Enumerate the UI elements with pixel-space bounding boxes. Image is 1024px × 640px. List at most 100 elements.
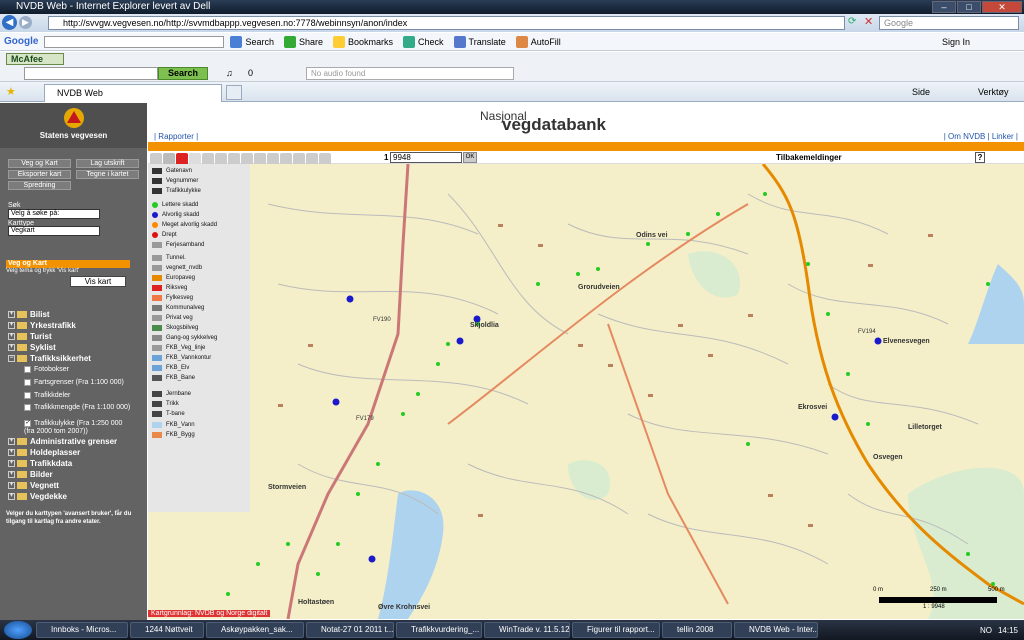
check-button[interactable]: Check	[403, 35, 444, 48]
tree-item-administrative-grenser[interactable]: + Administrative grenser	[8, 436, 117, 447]
folder-icon	[17, 344, 27, 352]
tree-item-holdeplasser[interactable]: + Holdeplasser	[8, 447, 80, 458]
forward-button[interactable]: ▶	[19, 16, 32, 29]
legend-symbol	[152, 168, 162, 174]
taskbar-item[interactable]: Askøypakken_sak...	[206, 622, 304, 638]
taskbar-item[interactable]: Innboks - Micros...	[36, 622, 128, 638]
legend-symbol	[152, 265, 162, 271]
taskbar-item[interactable]: tellin 2008	[662, 622, 732, 638]
road-label: Øvre Krohnsvei	[378, 604, 431, 611]
folder-icon	[17, 482, 27, 490]
audio-status: No audio found	[306, 67, 514, 80]
address-bar[interactable]: http://svvgw.vegvesen.no/http://svvmdbap…	[48, 16, 845, 30]
back-button[interactable]: ◀	[2, 15, 17, 30]
tegne-i-kartet-button[interactable]: Tegne i kartet	[76, 170, 139, 179]
tree-item-turist[interactable]: + Turist	[8, 331, 52, 342]
tree-item-vegdekke[interactable]: + Vegdekke	[8, 491, 67, 502]
signin-button[interactable]: Sign In	[942, 37, 970, 47]
legend-label: Trafikkulykke	[166, 188, 201, 194]
header-links[interactable]: | Om NVDB | Linker |	[944, 132, 1018, 141]
legend-item: FKB_Elv	[152, 365, 189, 371]
sok-select[interactable]: Velg å søke på:	[8, 209, 100, 219]
tree-item-bilder[interactable]: + Bilder	[8, 469, 53, 480]
eksporter-kart-button[interactable]: Eksporter kart	[8, 170, 71, 179]
share-button[interactable]: Share	[283, 35, 323, 48]
new-tab-button[interactable]	[226, 85, 242, 100]
chk-trafikkmengde[interactable]: Trafikkmengde (Fra 1:100 000)	[24, 404, 134, 412]
legend-label: Trikk	[166, 401, 179, 407]
folder-icon	[17, 438, 27, 446]
legend-item: vegnett_nvdb	[152, 265, 202, 271]
map-legend: Gatenavn Vegnummer Trafikkulykke Lettere sk…	[148, 164, 250, 512]
stop-icon[interactable]: ✕	[864, 15, 873, 28]
scale-input[interactable]: 9948	[390, 152, 462, 163]
tree-item-trafikkdata[interactable]: + Trafikkdata	[8, 458, 72, 469]
vis-kart-button[interactable]: Vis kart	[70, 276, 126, 287]
minimize-button[interactable]: –	[932, 1, 956, 13]
road-number: FV194	[858, 329, 876, 335]
tools-menu[interactable]: Verktøy	[978, 87, 1009, 97]
translate-button[interactable]: Translate	[453, 35, 506, 48]
tree-item-syklist[interactable]: + Syklist	[8, 342, 56, 353]
close-button[interactable]: ✕	[982, 1, 1022, 13]
lag-utskrift-button[interactable]: Lag utskrift	[76, 159, 139, 168]
help-button[interactable]: ?	[975, 152, 985, 163]
chk-fotobokser[interactable]: Fotobokser	[24, 366, 134, 374]
feedback-link[interactable]: Tilbakemeldinger	[776, 153, 842, 162]
chk-trafikkulykke[interactable]: ✓ Trafikkulykke (Fra 1:250 000 (fra 2000 …	[24, 420, 134, 436]
tab-nvdb-web[interactable]: NVDB Web	[44, 84, 222, 102]
google-search-input[interactable]	[44, 35, 225, 48]
legend-item: Tunnel.	[152, 255, 186, 261]
legend-item: Gatenavn	[152, 168, 192, 174]
map-credit: Kartgrunnlag: NVDB og Norge digitalt	[148, 610, 271, 617]
sidebar: Statens vegvesen Veg og Kart Lag utskrif…	[0, 103, 147, 620]
page-menu[interactable]: Side	[912, 87, 930, 97]
chk-fartsgrenser[interactable]: Fartsgrenser (Fra 1:100 000)	[24, 379, 134, 387]
taskbar-item[interactable]: Notat-27 01 2011 t...	[306, 622, 394, 638]
legend-symbol	[152, 422, 162, 428]
refresh-icon[interactable]: ⟳	[848, 16, 856, 27]
legend-symbol	[152, 315, 162, 321]
taskbar-item[interactable]: Trafikkvurdering_...	[396, 622, 482, 638]
mcafee-button[interactable]: McAfee	[6, 53, 64, 65]
taskbar-item[interactable]: 1244 Nøttveit	[130, 622, 204, 638]
folder-icon	[17, 322, 27, 330]
tree-item-bilist[interactable]: + Bilist	[8, 309, 50, 320]
spredning-button[interactable]: Spredning	[8, 181, 71, 190]
mcafee-toolbar: McAfee	[0, 52, 1024, 66]
taskbar-item[interactable]: NVDB Web - Inter...	[734, 622, 818, 638]
taskbar: Innboks - Micros... 1244 Nøttveit Askøypak…	[0, 620, 1024, 640]
legend-symbol	[152, 355, 162, 361]
toolbar-search-input[interactable]	[24, 67, 158, 80]
favorites-star-icon[interactable]: ★	[6, 85, 16, 98]
scale-ok-button[interactable]: OK	[463, 152, 477, 163]
start-button[interactable]	[4, 621, 32, 639]
map-canvas[interactable]: Gatenavn Vegnummer Trafikkulykke Lettere sk…	[148, 164, 1024, 619]
legend-label: Tunnel.	[166, 255, 186, 261]
rapporter-link[interactable]: | Rapporter |	[154, 132, 198, 141]
legend-label: FKB_Vann	[166, 422, 195, 428]
autofill-button[interactable]: AutoFill	[515, 35, 561, 48]
tree-item-trafikksikkerhet[interactable]: − Trafikksikkerhet	[8, 353, 91, 364]
tree-item-vegnett[interactable]: + Vegnett	[8, 480, 59, 491]
clock[interactable]: 14:15	[998, 626, 1018, 635]
legend-item: FKB_Vannkontur	[152, 355, 211, 361]
chk-trafikkdeler[interactable]: Trafikkdeler	[24, 392, 134, 400]
karttype-select[interactable]: Vegkart	[8, 226, 100, 236]
taskbar-item[interactable]: WinTrade v. 11.5.12	[484, 622, 570, 638]
maximize-button[interactable]: □	[957, 1, 981, 13]
taskbar-item[interactable]: Figurer til rapport...	[572, 622, 660, 638]
legend-item: Privat veg	[152, 315, 193, 321]
search-field[interactable]: Google	[879, 16, 1019, 30]
veg-og-kart-button[interactable]: Veg og Kart	[8, 159, 71, 168]
bookmarks-button[interactable]: Bookmarks	[333, 35, 393, 48]
window-title: NVDB Web - Internet Explorer levert av D…	[16, 1, 211, 12]
sok-label: Søk	[8, 202, 21, 209]
lang-indicator[interactable]: NO	[980, 626, 992, 635]
legend-label: Ferjesamband	[166, 242, 205, 248]
section-hint: Velg tema og trykk 'Vis kart'	[6, 268, 80, 274]
toolbar-search-button[interactable]: Search	[158, 67, 208, 80]
folder-icon	[17, 493, 27, 501]
tree-item-yrkestrafikk[interactable]: + Yrkestrafikk	[8, 320, 76, 331]
google-search-button[interactable]: Search	[230, 35, 274, 48]
